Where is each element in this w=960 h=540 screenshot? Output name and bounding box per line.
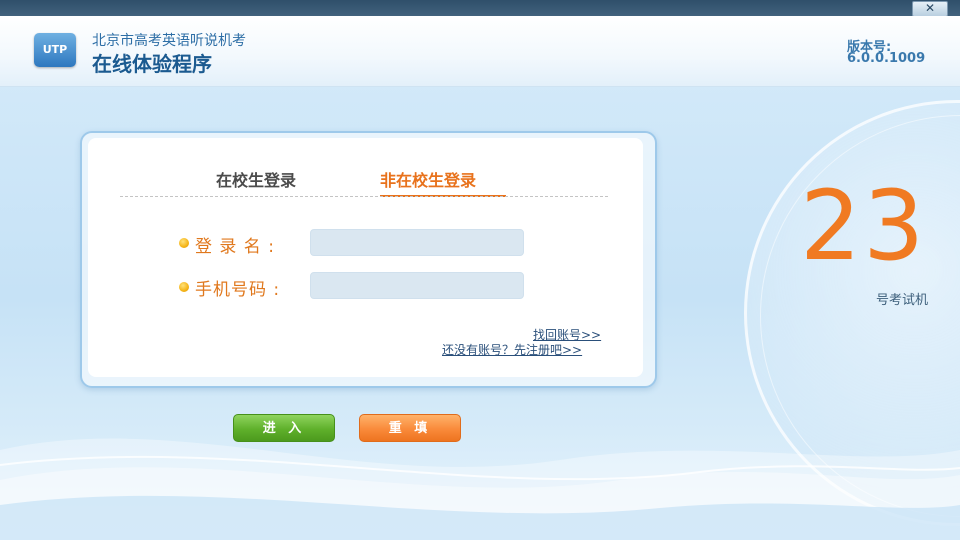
tab-divider (120, 196, 608, 197)
app-header: UTP 北京市高考英语听说机考 在线体验程序 版本号: 6.0.0.1009 (0, 16, 960, 87)
tab-noncampus-login[interactable]: 非在校生登录 (380, 167, 476, 191)
register-link[interactable]: 还没有账号？先注册吧>> (442, 341, 582, 358)
username-input[interactable] (310, 229, 524, 256)
username-label: 登 录 名 : (195, 237, 275, 257)
seat-number: 23 (800, 170, 927, 282)
reset-button[interactable]: 重 填 (359, 414, 461, 442)
phone-bullet-icon (179, 282, 189, 292)
version-value: 6.0.0.1009 (847, 51, 926, 66)
close-button[interactable]: ✕ (912, 1, 948, 17)
phone-input[interactable] (310, 272, 524, 299)
seat-caption: 号考试机 (876, 293, 929, 308)
app-title: 在线体验程序 (92, 52, 212, 76)
window-title-strip: ✕ (0, 0, 960, 17)
enter-button[interactable]: 进 入 (233, 414, 335, 442)
tab-campus-login[interactable]: 在校生登录 (216, 167, 296, 191)
username-bullet-icon (179, 238, 189, 248)
utp-logo-icon: UTP (34, 33, 76, 67)
app-subtitle: 北京市高考英语听说机考 (92, 33, 246, 49)
phone-label: 手机号码 : (195, 280, 281, 300)
decorative-waves (0, 438, 960, 540)
app-window: ✕ UTP 北京市高考英语听说机考 在线体验程序 版本号: 6.0.0.1009… (0, 0, 960, 540)
